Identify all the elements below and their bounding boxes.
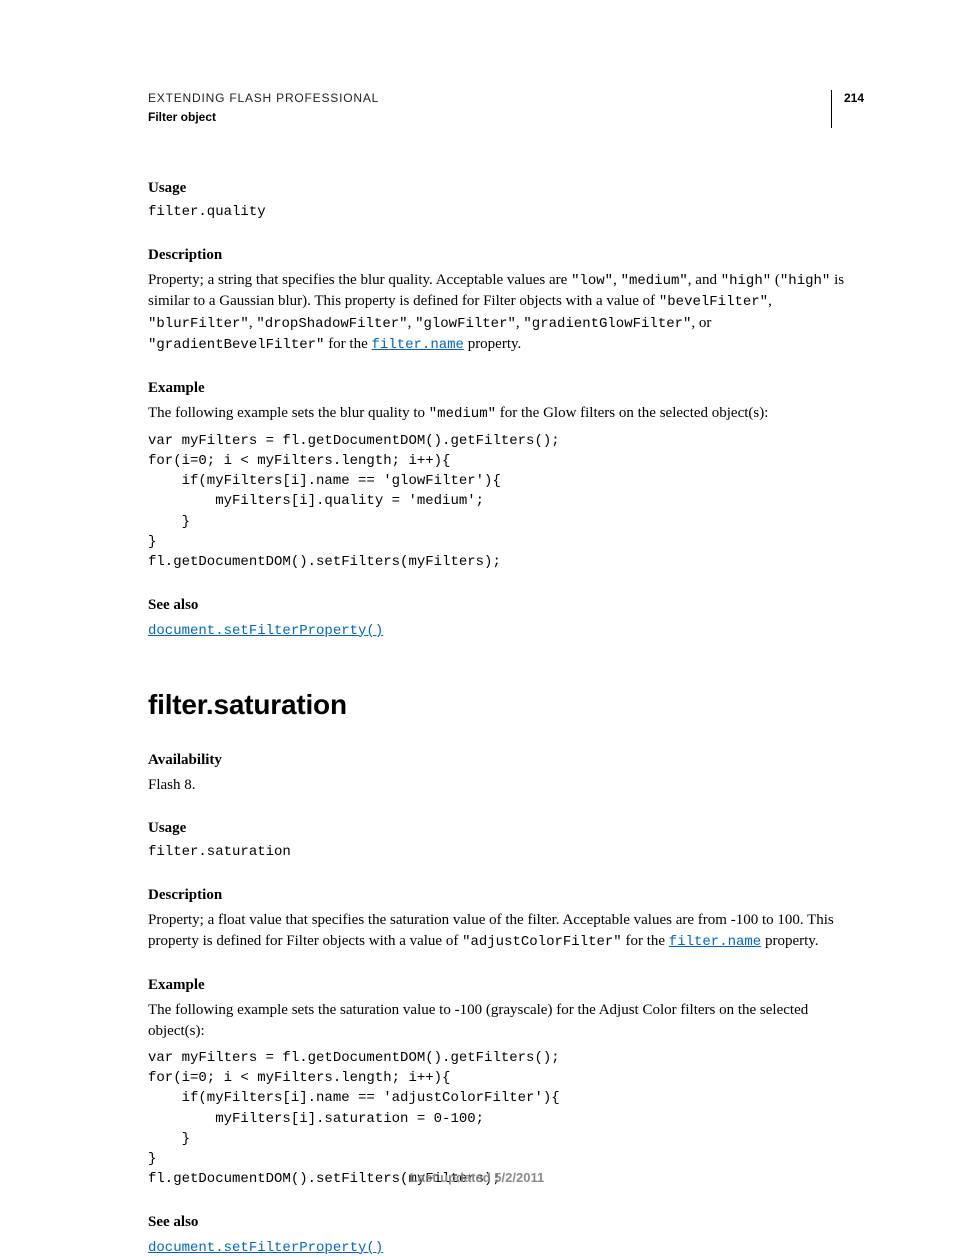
value-blur: "blurFilter" — [148, 316, 249, 332]
seealso-link[interactable]: document.setFilterProperty() — [148, 1240, 383, 1256]
example-value: "medium" — [429, 406, 496, 422]
seealso-label: See also — [148, 595, 864, 616]
example-label: Example — [148, 378, 864, 399]
availability-block: Availability Flash 8. — [148, 750, 864, 796]
desc-text: , — [768, 293, 772, 309]
example-code: var myFilters = fl.getDocumentDOM().getF… — [148, 431, 864, 573]
footer-updated: Last updated 5/2/2011 — [0, 1169, 954, 1187]
example-intro: The following example sets the saturatio… — [148, 1000, 864, 1042]
description-text: Property; a string that specifies the bl… — [148, 270, 864, 356]
value-glow: "glowFilter" — [415, 316, 516, 332]
description-block: Description Property; a float value that… — [148, 885, 864, 953]
desc-text: , or — [691, 315, 711, 331]
value-high: "high" — [780, 273, 830, 289]
usage-code: filter.quality — [148, 203, 864, 223]
doc-section: Filter object — [148, 109, 831, 126]
desc-text: , — [408, 315, 416, 331]
page-header: EXTENDING FLASH PROFESSIONAL Filter obje… — [148, 90, 864, 128]
value-adjustcolor: "adjustColorFilter" — [462, 934, 622, 950]
value-gradientbevel: "gradientBevelFilter" — [148, 337, 324, 353]
api-heading: filter.saturation — [148, 685, 864, 724]
doc-title: EXTENDING FLASH PROFESSIONAL — [148, 90, 831, 107]
usage-block: Usage filter.quality — [148, 178, 864, 223]
value-gradientglow: "gradientGlowFilter" — [523, 316, 691, 332]
description-label: Description — [148, 885, 864, 906]
value-high: "high" — [721, 273, 771, 289]
availability-text: Flash 8. — [148, 775, 864, 796]
desc-text: for the — [622, 933, 669, 949]
usage-label: Usage — [148, 818, 864, 839]
usage-code: filter.saturation — [148, 843, 864, 863]
desc-text: ( — [771, 272, 780, 288]
value-bevel: "bevelFilter" — [659, 294, 768, 310]
example-label: Example — [148, 975, 864, 996]
example-text: for the Glow filters on the selected obj… — [496, 405, 768, 421]
desc-text: Property; a string that specifies the bl… — [148, 272, 571, 288]
desc-text: property. — [761, 933, 818, 949]
value-medium: "medium" — [621, 273, 688, 289]
seealso-link[interactable]: document.setFilterProperty() — [148, 623, 383, 639]
description-label: Description — [148, 245, 864, 266]
desc-text: , — [613, 272, 621, 288]
desc-text: , and — [688, 272, 721, 288]
value-dropshadow: "dropShadowFilter" — [256, 316, 407, 332]
example-intro: The following example sets the blur qual… — [148, 403, 864, 425]
seealso-label: See also — [148, 1212, 864, 1233]
filter-name-link[interactable]: filter.name — [372, 337, 464, 353]
availability-label: Availability — [148, 750, 864, 771]
description-text: Property; a float value that specifies t… — [148, 910, 864, 953]
usage-block: Usage filter.saturation — [148, 818, 864, 863]
seealso-block: See also document.setFilterProperty() — [148, 595, 864, 642]
example-block: Example The following example sets the s… — [148, 975, 864, 1190]
usage-label: Usage — [148, 178, 864, 199]
filter-name-link[interactable]: filter.name — [669, 934, 761, 950]
example-text: The following example sets the blur qual… — [148, 405, 429, 421]
value-low: "low" — [571, 273, 613, 289]
desc-text: for the — [324, 336, 371, 352]
header-left: EXTENDING FLASH PROFESSIONAL Filter obje… — [148, 90, 831, 126]
desc-text: property. — [464, 336, 521, 352]
example-block: Example The following example sets the b… — [148, 378, 864, 573]
page-number: 214 — [831, 90, 864, 128]
description-block: Description Property; a string that spec… — [148, 245, 864, 356]
